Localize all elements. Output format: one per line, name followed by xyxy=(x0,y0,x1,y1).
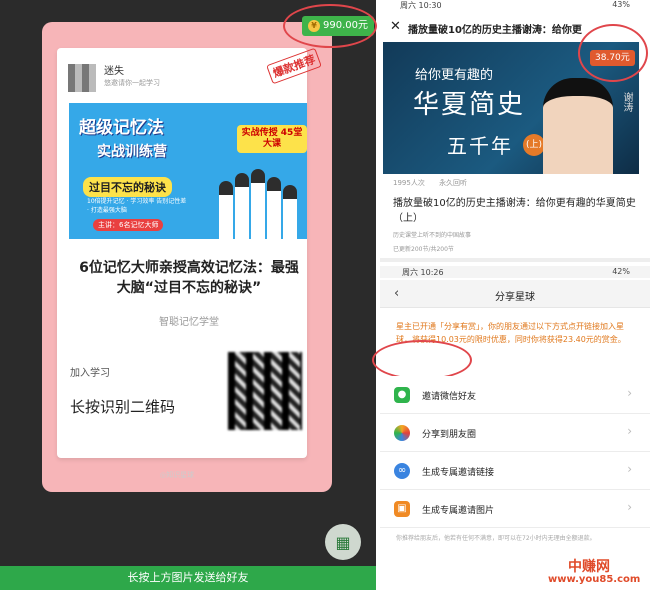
view-count: 1995人次 xyxy=(393,179,425,187)
header-title: 播放量破10亿的历史主播谢涛：给你更 xyxy=(408,25,582,36)
wechat-icon: ● xyxy=(394,387,410,403)
course-full-title: 播放量破10亿的历史主播谢涛：给你更有趣的华夏简史（上） xyxy=(393,198,636,224)
instructors-photo xyxy=(219,167,299,239)
highlight-circle-price xyxy=(578,24,648,82)
menu-item-label: 分享到朋友圈 xyxy=(422,430,477,440)
course-update-status: 已更新200节/共200节 xyxy=(393,246,454,253)
join-label: 加入学习 xyxy=(70,368,110,379)
card-footer-brand: ◎知识星球 xyxy=(160,471,195,479)
status-battery: 43% xyxy=(612,0,630,9)
menu-item-invite-wechat[interactable]: ● 邀请微信好友 › xyxy=(380,376,650,414)
cover-part-badge: (上) xyxy=(523,134,545,156)
invite-text: 悠邀请你一起学习 xyxy=(104,79,160,87)
banner-desc: 10倍提升记忆 · 学习效率 告别记性差 · 打造最强大脑 xyxy=(87,198,187,214)
refund-footer: 你推荐给朋友后，他若有任何不满意，即可以在72小时内无理由全额退款。 xyxy=(396,535,596,542)
chevron-right-icon: › xyxy=(627,500,632,514)
username: 迷失 xyxy=(104,66,124,77)
menu-item-label: 邀请微信好友 xyxy=(422,392,477,402)
share-menu: ● 邀请微信好友 › 分享到朋友圈 › ∞ 生成专属邀请链接 › ▣ 生成专属邀… xyxy=(380,376,650,528)
menu-item-label: 生成专属邀请链接 xyxy=(422,468,495,478)
scan-instruction: 长按识别二维码 xyxy=(70,398,176,416)
divider xyxy=(380,258,650,262)
menu-item-share-moments[interactable]: 分享到朋友圈 › xyxy=(380,414,650,452)
menu-item-label: 生成专属邀请图片 xyxy=(422,506,495,516)
status-time-2: 周六 10:26 xyxy=(402,268,444,277)
watermark-url: www.you85.com xyxy=(548,574,641,585)
share-nav-bar: ‹ 分享星球 xyxy=(380,280,650,308)
banner-slogan: 过目不忘的秘诀 xyxy=(83,177,172,197)
qr-code-image[interactable] xyxy=(228,352,302,430)
chevron-right-icon: › xyxy=(627,386,632,400)
cover-line-3: 五千年 xyxy=(447,134,513,158)
chevron-right-icon: › xyxy=(627,424,632,438)
watermark-brand: 中赚网 xyxy=(568,559,610,575)
presenter-photo xyxy=(543,78,613,174)
course-title: 6位记忆大师亲授高效记忆法：最强大脑“过目不忘的秘诀” xyxy=(79,260,299,296)
status-battery-2: 42% xyxy=(612,267,630,276)
banner-host: 主讲：6名记忆大师 xyxy=(93,219,164,231)
course-meta: 1995人次 永久回听 xyxy=(393,178,479,188)
validity: 永久回听 xyxy=(439,179,468,187)
moments-icon xyxy=(394,425,410,441)
status-bar-top: 周六 10:30 43% xyxy=(380,0,650,12)
send-to-friend-bar: 长按上方图片发送给好友 xyxy=(0,566,376,590)
presenter-name: 谢涛 xyxy=(621,92,632,112)
menu-item-invite-image[interactable]: ▣ 生成专属邀请图片 › xyxy=(380,490,650,528)
course-subtitle: 历史课堂上听不到的中国故事 xyxy=(393,232,472,239)
close-icon[interactable]: ✕ xyxy=(390,19,401,34)
highlight-circle-reward xyxy=(283,4,377,48)
qr-code-button[interactable]: ▦ xyxy=(325,524,361,560)
banner-tag: 实战传授 45堂大课 xyxy=(237,125,307,153)
chevron-right-icon: › xyxy=(627,462,632,476)
nav-title: 分享星球 xyxy=(495,292,535,303)
status-bar-mid: 周六 10:26 42% xyxy=(380,266,650,278)
highlight-circle-reward-amount xyxy=(372,340,472,380)
qr-code-icon: ▦ xyxy=(335,532,351,552)
banner-title-1: 超级记忆法 xyxy=(79,118,164,138)
image-icon: ▣ xyxy=(394,501,410,517)
cover-line-2: 华夏简史 xyxy=(413,90,526,120)
link-icon: ∞ xyxy=(394,463,410,479)
banner-title-2: 实战训练营 xyxy=(97,144,167,160)
course-banner: 超级记忆法 实战训练营 实战传授 45堂大课 过目不忘的秘诀 10倍提升记忆 ·… xyxy=(69,103,307,239)
avatar xyxy=(68,64,96,92)
status-time: 周六 10:30 xyxy=(400,1,442,10)
cover-line-1: 给你更有趣的 xyxy=(415,68,494,83)
publisher-name: 智聪记忆学堂 xyxy=(159,317,219,328)
menu-item-invite-link[interactable]: ∞ 生成专属邀请链接 › xyxy=(380,452,650,490)
